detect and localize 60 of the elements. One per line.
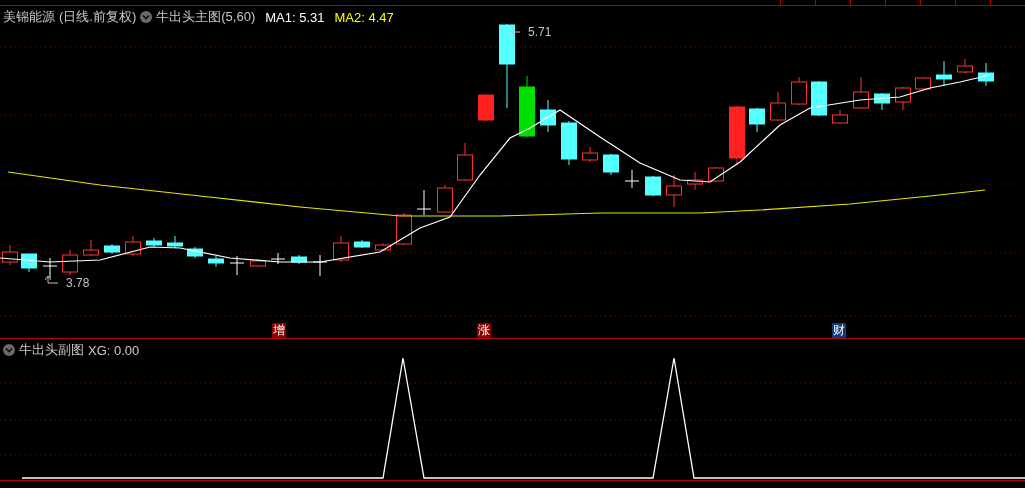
pointer-arrow — [44, 275, 59, 284]
ma-reading: MA2: 4.47 — [334, 9, 394, 25]
dropdown-icon[interactable] — [3, 344, 15, 356]
price-label: 3.78 — [66, 276, 90, 290]
candlestick — [167, 235, 183, 249]
candlestick — [437, 184, 453, 214]
candlestick — [62, 249, 78, 276]
candlestick — [270, 252, 286, 265]
candlestick — [83, 239, 99, 257]
candlestick — [457, 142, 473, 182]
candlestick — [978, 62, 994, 87]
candlestick — [291, 254, 307, 265]
candlestick — [749, 107, 765, 133]
stock-name: 美锦能源 — [3, 8, 55, 26]
candlestick — [519, 75, 535, 138]
candlestick — [375, 242, 391, 252]
candlestick — [582, 146, 598, 163]
candlestick — [666, 174, 682, 208]
candlestick — [229, 255, 245, 276]
candlestick — [770, 91, 786, 122]
candlestick — [624, 169, 640, 189]
indicator-name: 牛出头副图 — [19, 341, 84, 359]
candlestick — [874, 92, 890, 111]
price-label: 5.71 — [528, 25, 552, 39]
candlestick — [603, 153, 619, 176]
candlestick — [561, 120, 577, 166]
candlestick — [915, 76, 931, 91]
dropdown-icon[interactable] — [140, 11, 153, 23]
candlestick — [354, 239, 370, 249]
candlestick — [540, 99, 556, 133]
candlestick — [936, 60, 952, 87]
ma-reading: MA1: 5.31 — [265, 9, 325, 25]
candlestick — [708, 166, 724, 183]
candlestick — [333, 235, 349, 263]
period-label: (日线.前复权) — [59, 8, 137, 26]
candlestick — [645, 175, 661, 197]
candlestick — [208, 255, 224, 268]
candlestick — [42, 257, 58, 279]
indicator-name: 牛出头主图(5,60) — [156, 8, 256, 26]
candlestick — [187, 246, 203, 259]
candlestick — [104, 243, 120, 255]
candlestick — [853, 76, 869, 110]
candlestick — [895, 86, 911, 111]
candlestick — [146, 237, 162, 248]
candlestick — [416, 189, 432, 216]
candlestick — [811, 80, 827, 117]
candlestick — [832, 109, 848, 125]
candlestick — [729, 105, 745, 166]
candlestick — [957, 58, 973, 74]
pointer-arrow — [509, 28, 521, 36]
candlestick — [125, 235, 141, 257]
candlestick — [478, 94, 494, 122]
xg-reading: XG: 0.00 — [88, 342, 140, 358]
signal-marker: 财 — [832, 323, 846, 338]
signal-marker: 增 — [272, 323, 286, 338]
signal-marker: 涨 — [477, 323, 491, 338]
candlestick — [250, 258, 266, 268]
candlestick — [791, 76, 807, 106]
toolbar-tab[interactable] — [955, 0, 991, 5]
candlestick — [687, 171, 703, 191]
